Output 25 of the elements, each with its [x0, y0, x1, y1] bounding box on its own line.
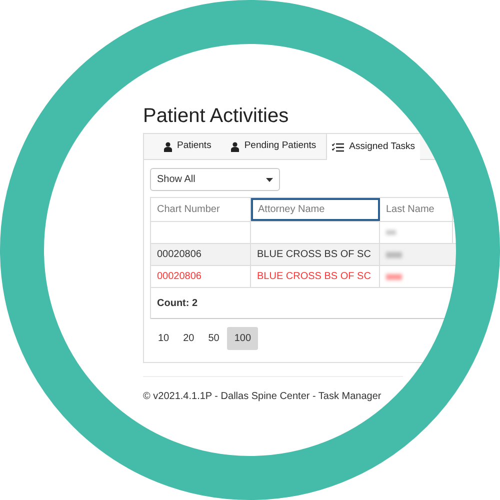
table-cell-text: BLUE CROSS BS OF SC [257, 248, 371, 262]
page-size-button[interactable]: 100 [227, 327, 258, 350]
page-size-button[interactable]: 20 [177, 327, 200, 350]
column-header[interactable]: Chart Number [151, 198, 251, 221]
tab[interactable]: Assigned Tasks [326, 134, 420, 160]
person-icon [231, 142, 240, 152]
page-size-button[interactable]: 50 [202, 327, 226, 350]
table-cell-text: 00020806 [157, 270, 202, 284]
redacted-text [386, 230, 396, 235]
tab[interactable]: Patients [154, 134, 222, 159]
task-list-icon [332, 142, 344, 152]
redacted-text [386, 252, 402, 258]
page-size-button[interactable]: 10 [152, 327, 176, 350]
row-count: Count: 2 [157, 296, 198, 310]
tab[interactable]: Pending Patients [221, 134, 326, 159]
page-title: Patient Activities [143, 104, 290, 129]
column-header[interactable]: Attorney Name [251, 198, 380, 221]
table-cell-text: 00020806 [157, 248, 202, 262]
caret-icon [266, 178, 273, 182]
column-header[interactable]: Last Name [380, 198, 481, 221]
footer-text: © v2021.4.1.1P - Dallas Spine Center - Task Manager [143, 390, 382, 404]
person-icon [164, 142, 172, 152]
redacted-text [386, 274, 402, 280]
table-cell-text: BLUE CROSS BS OF SC [257, 270, 371, 284]
show-all-dropdown[interactable]: Show All [150, 168, 280, 191]
